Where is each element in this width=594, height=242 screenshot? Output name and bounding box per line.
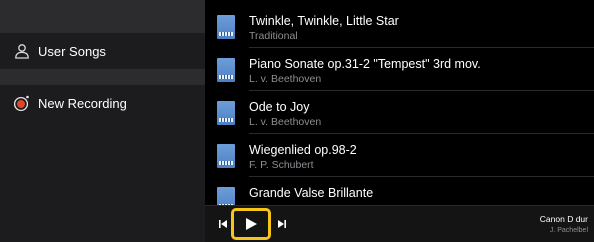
sidebar-item-label: User Songs <box>38 43 106 59</box>
list-item[interactable]: Ode to Joy L. v. Beethoven <box>205 92 594 134</box>
sidebar-item-user-songs[interactable]: User Songs <box>0 33 205 69</box>
row-divider <box>249 176 594 177</box>
score-thumbnail-icon <box>217 101 235 125</box>
music-app-window: User Songs New Recording Twinkle, Twinkl… <box>0 0 594 242</box>
row-divider <box>249 47 594 48</box>
list-item[interactable]: Twinkle, Twinkle, Little Star Traditiona… <box>205 6 594 48</box>
song-artist: L. v. Beethoven <box>249 116 322 128</box>
record-icon <box>12 93 32 113</box>
list-item[interactable]: Piano Sonate op.31-2 "Tempest" 3rd mov. … <box>205 49 594 91</box>
sidebar-section-gap <box>0 0 205 33</box>
song-title: Wiegenlied op.98-2 <box>249 143 357 157</box>
play-button[interactable] <box>239 213 263 235</box>
score-thumbnail-icon <box>217 144 235 168</box>
score-thumbnail-icon <box>217 58 235 82</box>
row-divider <box>249 90 594 91</box>
song-artist: F. P. Schubert <box>249 159 314 171</box>
next-track-button[interactable] <box>275 216 289 232</box>
user-icon <box>12 41 32 61</box>
previous-track-button[interactable] <box>216 216 230 232</box>
sidebar-item-new-recording[interactable]: New Recording <box>0 85 205 121</box>
song-title: Piano Sonate op.31-2 "Tempest" 3rd mov. <box>249 57 481 71</box>
song-title: Twinkle, Twinkle, Little Star <box>249 14 399 28</box>
now-playing-artist: J. Pachelbel <box>549 227 588 234</box>
sidebar-section-gap <box>0 69 205 85</box>
now-playing-title[interactable]: Canon D dur <box>540 214 588 224</box>
sidebar-item-label: New Recording <box>38 95 127 111</box>
play-button-highlight <box>231 208 271 240</box>
play-icon <box>246 218 257 230</box>
score-thumbnail-icon <box>217 187 235 205</box>
row-divider <box>249 133 594 134</box>
song-list: Twinkle, Twinkle, Little Star Traditiona… <box>205 0 594 205</box>
song-title: Ode to Joy <box>249 100 310 114</box>
score-thumbnail-icon <box>217 15 235 39</box>
list-item[interactable]: Grande Valse Brillante <box>205 178 594 205</box>
song-artist: Traditional <box>249 30 298 42</box>
song-title: Grande Valse Brillante <box>249 186 374 200</box>
next-track-icon <box>278 220 286 228</box>
previous-track-icon <box>219 220 227 228</box>
sidebar: User Songs New Recording <box>0 0 205 242</box>
player-bar: Canon D dur J. Pachelbel <box>205 205 594 242</box>
song-artist: L. v. Beethoven <box>249 73 322 85</box>
list-item[interactable]: Wiegenlied op.98-2 F. P. Schubert <box>205 135 594 177</box>
